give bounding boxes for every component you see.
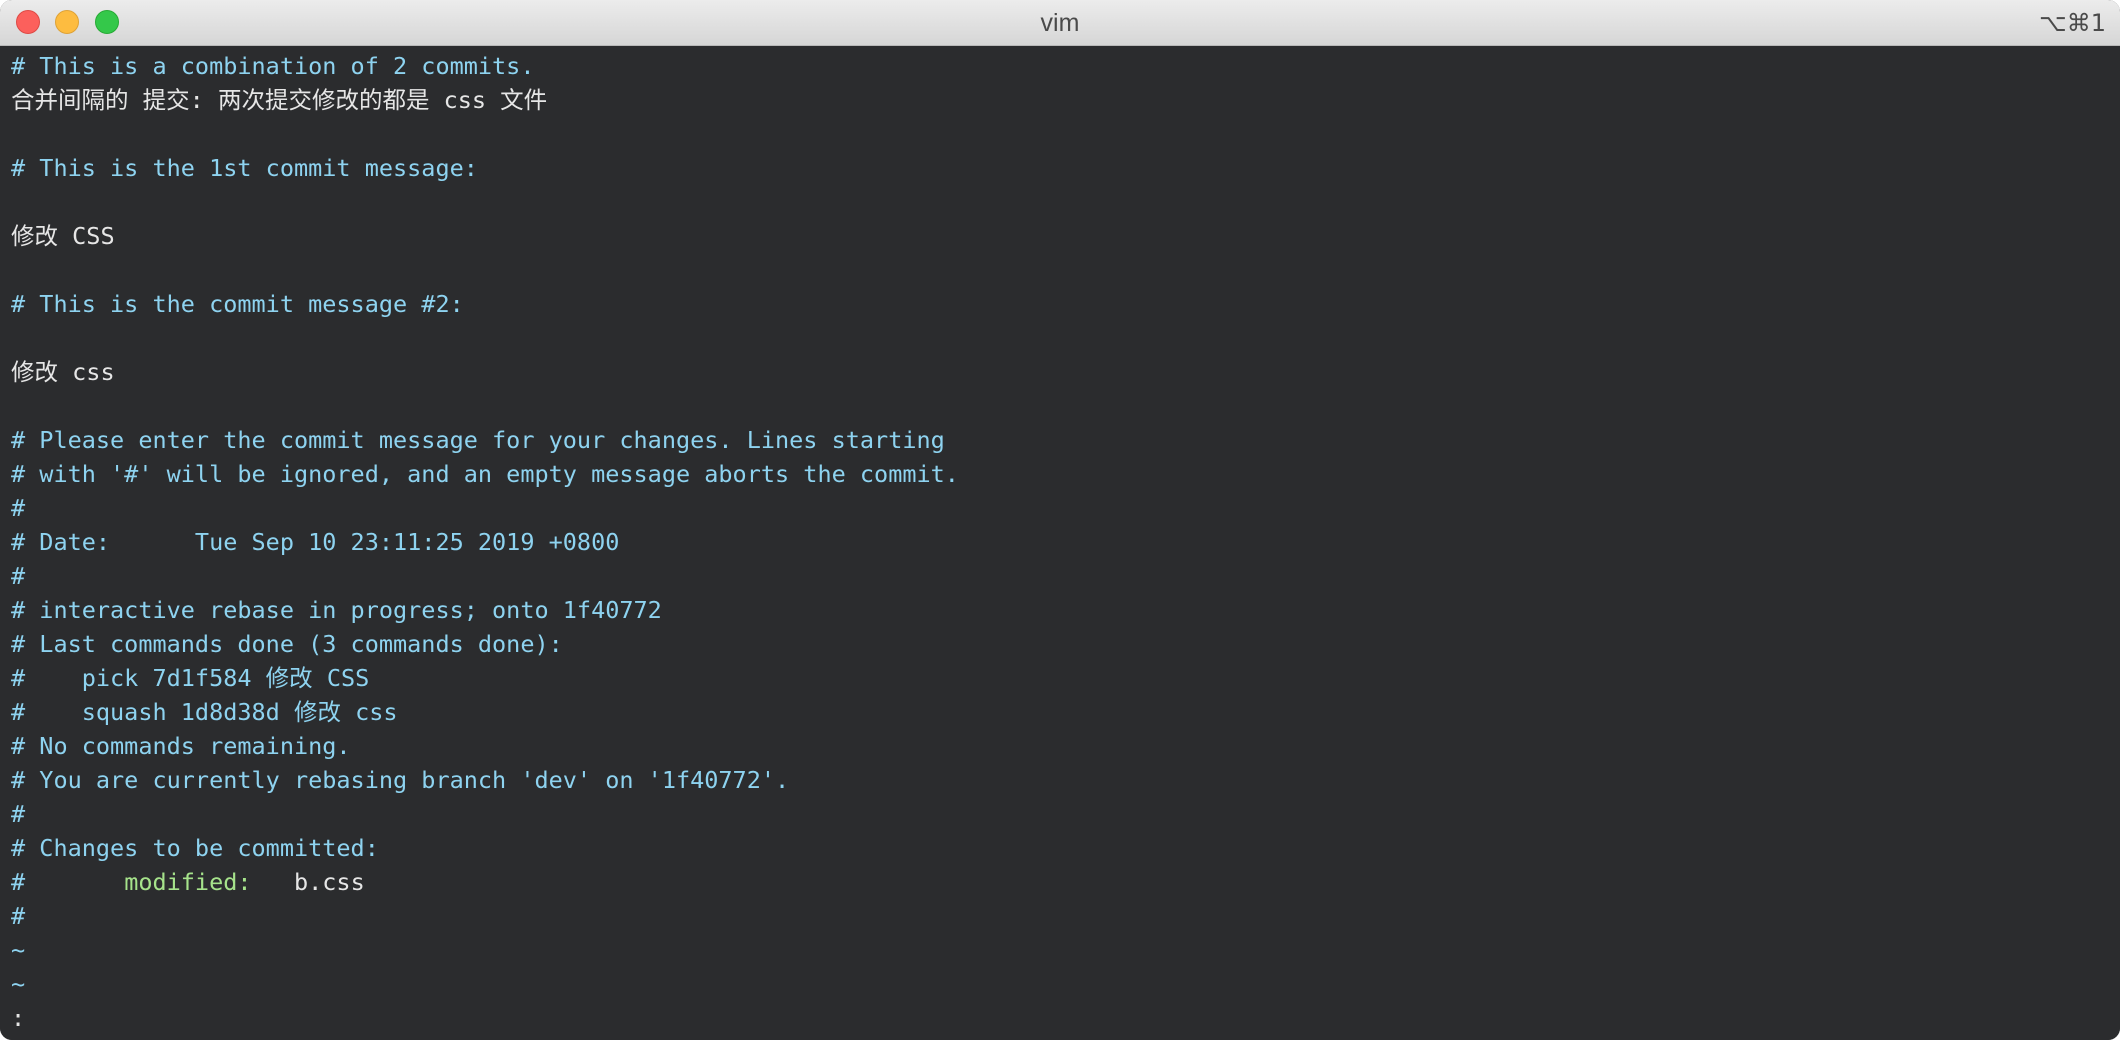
buffer-line: # with '#' will be ignored, and an empty…	[11, 460, 959, 488]
buffer-line: # interactive rebase in progress; onto 1…	[11, 596, 662, 624]
vim-editor-buffer[interactable]: # This is a combination of 2 commits. 合并…	[0, 46, 2120, 1040]
buffer-line: 修改 CSS	[11, 222, 115, 250]
buffer-line: # squash 1d8d38d 修改 css	[11, 698, 398, 726]
buffer-line: # This is the commit message #2:	[11, 290, 464, 318]
comment-prefix: #	[11, 868, 125, 896]
buffer-line: # Last commands done (3 commands done):	[11, 630, 563, 658]
buffer-line: # Changes to be committed:	[11, 834, 379, 862]
vim-command-line[interactable]: :	[11, 1001, 25, 1035]
buffer-line: #	[11, 562, 26, 590]
buffer-line: #	[11, 800, 26, 828]
buffer-line: # pick 7d1f584 修改 CSS	[11, 664, 370, 692]
title-bar[interactable]: vim ⌥⌘1	[0, 0, 2120, 46]
buffer-line: # You are currently rebasing branch 'dev…	[11, 766, 790, 794]
window-title: vim	[1040, 9, 1080, 37]
window-shortcut-label: ⌥⌘1	[2039, 9, 2106, 37]
buffer-line: # This is the 1st commit message:	[11, 154, 478, 182]
empty-line-tilde: ~	[11, 936, 26, 964]
terminal-window: vim ⌥⌘1 # This is a combination of 2 com…	[0, 0, 2120, 1040]
buffer-line: 修改 css	[11, 358, 115, 386]
buffer-line: 合并间隔的 提交: 两次提交修改的都是 css 文件	[11, 86, 548, 114]
empty-line-tilde: ~	[11, 970, 26, 998]
buffer-line-modified-file: # modified: b.css	[11, 865, 365, 899]
buffer-line: # Date: Tue Sep 10 23:11:25 2019 +0800	[11, 528, 620, 556]
buffer-line: # Please enter the commit message for yo…	[11, 426, 945, 454]
modified-filename: b.css	[251, 868, 365, 896]
buffer-line: #	[11, 902, 26, 930]
buffer-line: #	[11, 494, 26, 522]
buffer-line: # No commands remaining.	[11, 732, 351, 760]
buffer-line: # This is a combination of 2 commits.	[11, 52, 535, 80]
modified-label: modified:	[124, 868, 252, 896]
